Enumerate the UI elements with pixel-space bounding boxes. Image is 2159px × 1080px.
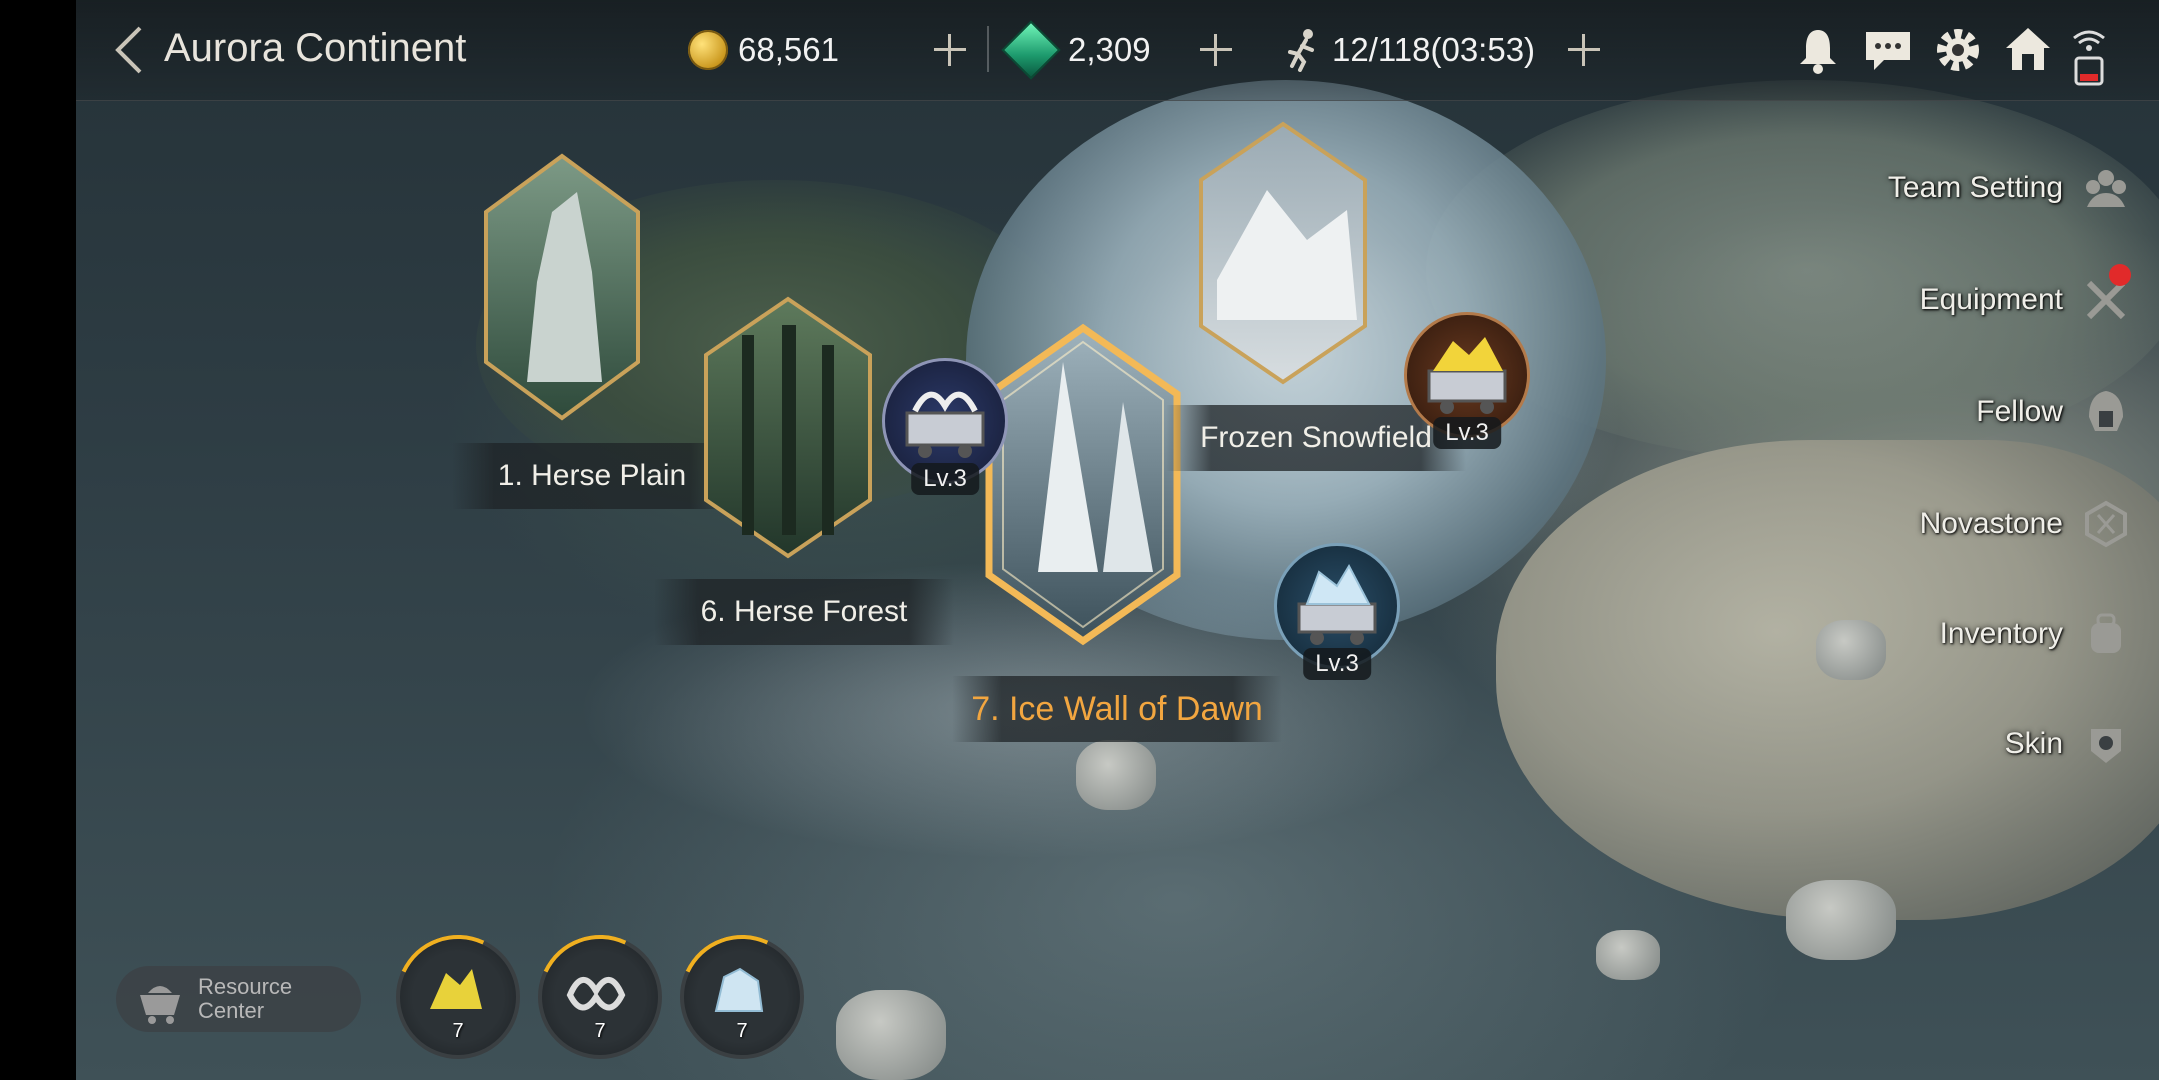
menu-label: Fellow [1976,395,2063,428]
menu-label: Skin [2004,727,2063,760]
menu-inventory[interactable]: Inventory [1940,606,2131,662]
add-stamina-button[interactable] [1564,30,1604,70]
mine-cart-icon [140,986,180,1024]
stage-ice-wall-hex[interactable] [983,322,1183,647]
stage-frozen-snowfield-hex[interactable] [1197,120,1369,386]
rock [836,990,946,1080]
ore-count: 7 [452,1020,464,1042]
silver-ore-slot[interactable]: 7 [520,917,680,1077]
menu-equipment[interactable]: Equipment [1919,264,2131,328]
rock [1076,740,1156,810]
wifi-battery-icon [2066,24,2112,86]
node-level: Lv.3 [911,463,979,495]
gem-value: 2,309 [1068,31,1151,68]
chevron-left-icon [115,26,142,74]
crystal-cart-node[interactable]: Lv.3 [1274,543,1400,680]
menu-label: Novastone [1919,507,2063,540]
gold-cart-node[interactable]: Lv.3 [1404,312,1530,449]
bell-icon[interactable] [1792,24,1844,76]
stage-ice-wall-label[interactable]: 7. Ice Wall of Dawn [952,676,1282,742]
rock [1816,620,1886,680]
page-title: Aurora Continent [164,26,467,70]
stage-herse-plain-hex[interactable] [482,152,642,422]
rock [1596,930,1660,980]
menu-label: Team Setting [1887,171,2063,204]
silver-cart-node[interactable]: Lv.3 [882,358,1008,495]
team-icon [2086,170,2126,207]
running-man-icon [1288,29,1314,72]
menu-label: Inventory [1939,617,2063,650]
back-button[interactable] [106,22,154,78]
gem-counter: 2,309 [1001,20,1151,80]
node-level: Lv.3 [1433,417,1501,449]
bag-icon [2091,613,2121,653]
resource-center-button[interactable]: Resource Center [116,966,361,1032]
stage-herse-plain-label[interactable]: 1. Herse Plain [452,443,732,509]
crystal-ore-slot[interactable]: 7 [662,917,822,1077]
menu-novastone[interactable]: Novastone [1920,496,2131,552]
hexagon-stone-icon [2085,500,2127,548]
menu-skin[interactable]: Skin [2005,716,2131,772]
game-map-screen: Aurora Continent 68,561 2,309 12/118(03:… [76,0,2159,1080]
menu-label: Equipment [1919,283,2063,316]
armor-icon [2091,729,2121,763]
menu-fellow[interactable]: Fellow [1976,384,2131,440]
chat-icon[interactable] [1862,24,1914,76]
stamina-value: 12/118(03:53) [1332,31,1536,68]
stage-herse-forest-label[interactable]: 6. Herse Forest [654,579,954,645]
rock [1786,880,1896,960]
node-level: Lv.3 [1303,648,1371,680]
menu-team-setting[interactable]: Team Setting [1888,160,2131,216]
ore-count: 7 [736,1020,748,1042]
alert-badge [2109,264,2131,286]
home-icon[interactable] [2002,24,2054,76]
stamina-counter: 12/118(03:53) [1282,24,1535,76]
stage-herse-forest-hex[interactable] [702,295,874,560]
gold-ore-slot[interactable]: 7 [378,917,538,1077]
top-bar: Aurora Continent 68,561 2,309 12/118(03:… [76,0,2159,101]
emerald-gem-icon [1001,20,1061,80]
helmet-icon [2089,391,2123,431]
add-gem-button[interactable] [1196,30,1236,70]
divider [987,26,989,72]
gold-coin-icon [688,30,728,70]
ore-count: 7 [594,1020,606,1042]
add-gold-button[interactable] [930,30,970,70]
gold-counter: 68,561 [688,24,839,76]
gear-icon[interactable] [1932,24,1984,76]
gold-value: 68,561 [738,31,839,68]
resource-center-label: Resource Center [198,974,293,1023]
